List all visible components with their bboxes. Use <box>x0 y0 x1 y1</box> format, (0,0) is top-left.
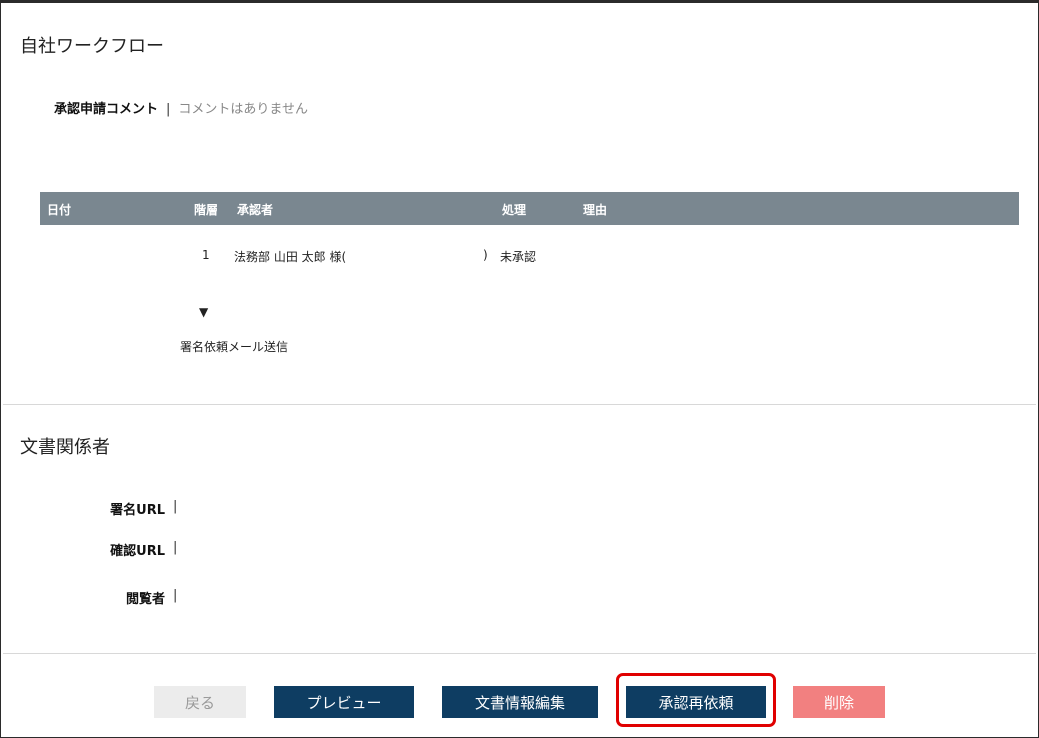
separator: | <box>173 588 178 603</box>
mail-step-label: 署名依頼メール送信 <box>180 340 289 354</box>
back-button[interactable]: 戻る <box>154 686 246 718</box>
row-approver-close: ) <box>483 248 488 262</box>
section-divider <box>3 404 1036 405</box>
approval-comment-row: 承認申請コメント | コメントはありません <box>54 98 308 117</box>
header-reason: 理由 <box>583 203 608 217</box>
viewer-label: 閲覧者 <box>125 592 165 607</box>
header-action: 処理 <box>502 203 527 217</box>
edit-document-info-button[interactable]: 文書情報編集 <box>442 686 598 718</box>
rerequest-approval-button[interactable]: 承認再依頼 <box>626 686 766 718</box>
row-level: 1 <box>202 248 210 262</box>
approval-comment-label: 承認申請コメント <box>54 102 159 117</box>
confirm-url-label: 確認URL <box>110 544 165 559</box>
separator: | <box>173 540 178 555</box>
row-action-status: 未承認 <box>500 250 537 264</box>
header-level: 階層 <box>194 203 219 217</box>
approval-comment-value: コメントはありません <box>178 102 309 117</box>
related-title: 文書関係者 <box>20 437 110 458</box>
row-approver-name: 法務部 山田 太郎 様( <box>234 250 347 264</box>
header-approver: 承認者 <box>237 203 274 217</box>
workflow-table-header: 日付 階層 承認者 処理 理由 <box>40 192 1019 225</box>
sign-url-label: 署名URL <box>110 503 165 518</box>
header-date: 日付 <box>47 203 72 217</box>
workflow-title: 自社ワークフロー <box>20 36 164 57</box>
footer-divider <box>3 653 1036 654</box>
flow-down-arrow-icon: ▼ <box>199 305 209 319</box>
separator: | <box>166 102 171 117</box>
separator: | <box>173 499 178 514</box>
preview-button[interactable]: プレビュー <box>274 686 414 718</box>
delete-button[interactable]: 削除 <box>793 686 885 718</box>
